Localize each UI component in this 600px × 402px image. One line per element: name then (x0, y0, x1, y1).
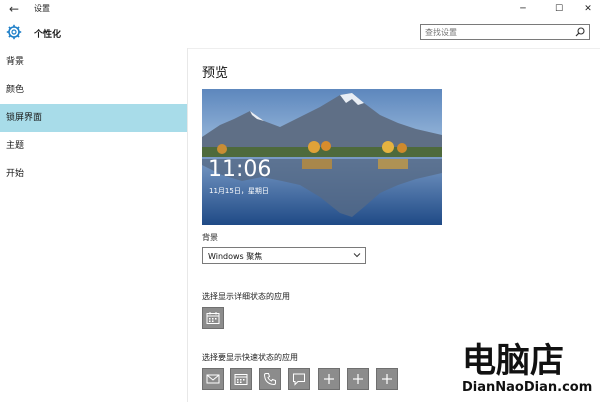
minimize-button[interactable]: ─ (513, 2, 533, 16)
sidebar-item-lock-screen[interactable]: 锁屏界面 (0, 104, 187, 132)
quick-status-app-mail[interactable] (202, 368, 224, 390)
detailed-status-app-button[interactable] (202, 307, 224, 329)
quick-status-add-slot-3[interactable] (376, 368, 398, 390)
watermark-logo: 电脑店 (462, 341, 564, 378)
quick-status-app-phone[interactable] (259, 368, 281, 390)
quick-status-add-slot-2[interactable] (347, 368, 369, 390)
search-box[interactable] (420, 24, 590, 40)
site-watermark: 电脑店 DianNaoDian.com (452, 338, 598, 398)
plus-icon (324, 374, 334, 384)
sidebar: 背景 颜色 锁屏界面 主题 开始 (0, 48, 188, 402)
background-dropdown-value: Windows 聚焦 (208, 252, 263, 261)
quick-status-app-calendar[interactable] (230, 368, 252, 390)
sidebar-item-themes[interactable]: 主题 (0, 132, 187, 160)
quick-status-label: 选择要显示快速状态的应用 (202, 353, 298, 362)
preview-date: 11月15日，星期日 (209, 187, 269, 195)
plus-icon (353, 374, 363, 384)
close-button[interactable]: ✕ (578, 2, 598, 16)
window-title: 设置 (34, 4, 50, 13)
page-title: 个性化 (34, 30, 62, 40)
chevron-down-icon (353, 253, 361, 258)
plus-icon (382, 374, 392, 384)
sidebar-item-start[interactable]: 开始 (0, 160, 187, 188)
search-input[interactable] (425, 25, 565, 39)
quick-status-app-messaging[interactable] (288, 368, 310, 390)
watermark-url: DianNaoDian.com (462, 380, 593, 395)
sidebar-item-colors[interactable]: 颜色 (0, 76, 187, 104)
lock-screen-preview: 11:06 11月15日，星期日 (202, 89, 442, 225)
preview-heading: 预览 (202, 66, 229, 81)
mail-icon (206, 374, 220, 384)
calendar-icon (234, 374, 248, 385)
search-icon[interactable] (575, 27, 585, 37)
background-dropdown[interactable]: Windows 聚焦 (202, 247, 366, 264)
page-header: 个性化 (0, 18, 600, 49)
gear-icon (6, 24, 22, 40)
detailed-status-label: 选择显示详细状态的应用 (202, 292, 290, 301)
message-icon (293, 373, 305, 386)
back-button[interactable]: ← (6, 2, 22, 16)
preview-time: 11:06 (208, 157, 272, 182)
title-bar: ← 设置 ─ ☐ ✕ (0, 0, 600, 19)
phone-icon (263, 373, 276, 386)
calendar-icon (206, 312, 220, 324)
sidebar-item-background[interactable]: 背景 (0, 48, 187, 76)
watermark-logo-text: 电脑店 (462, 341, 564, 378)
background-label: 背景 (202, 233, 218, 242)
maximize-button[interactable]: ☐ (549, 2, 569, 16)
quick-status-add-slot-1[interactable] (318, 368, 340, 390)
